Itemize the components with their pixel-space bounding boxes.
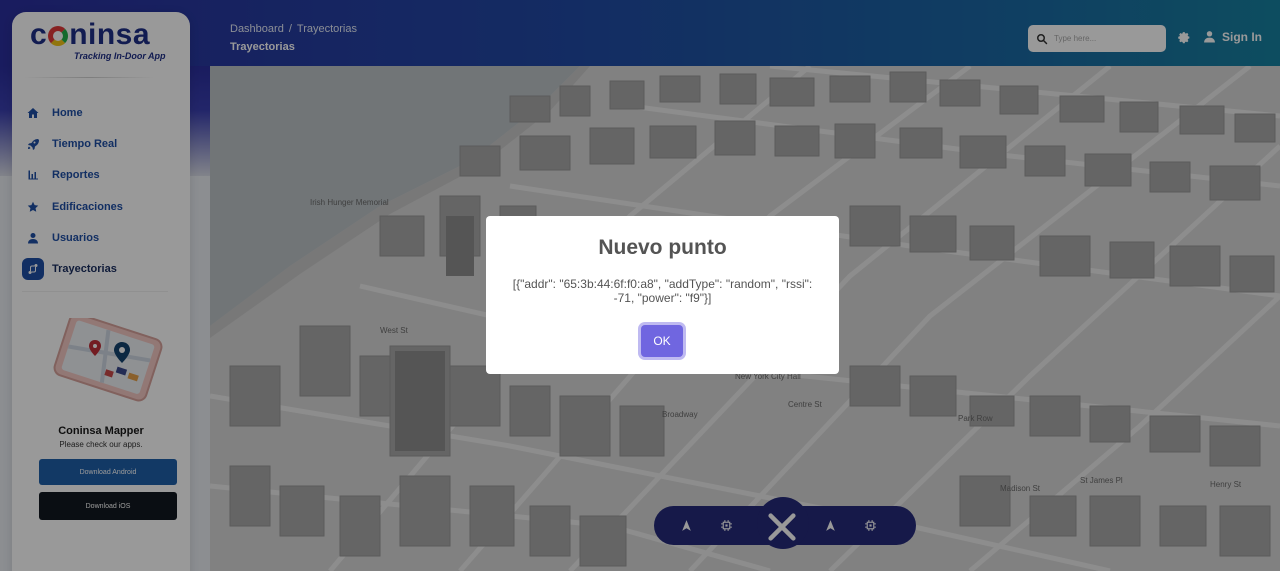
dialog-message: [{"addr": "65:3b:44:6f:f0:a8", "addType"…	[512, 277, 813, 305]
dialog-title: Nuevo punto	[598, 236, 727, 259]
ok-button[interactable]: OK	[641, 325, 683, 357]
new-point-dialog: Nuevo punto [{"addr": "65:3b:44:6f:f0:a8…	[486, 216, 839, 374]
